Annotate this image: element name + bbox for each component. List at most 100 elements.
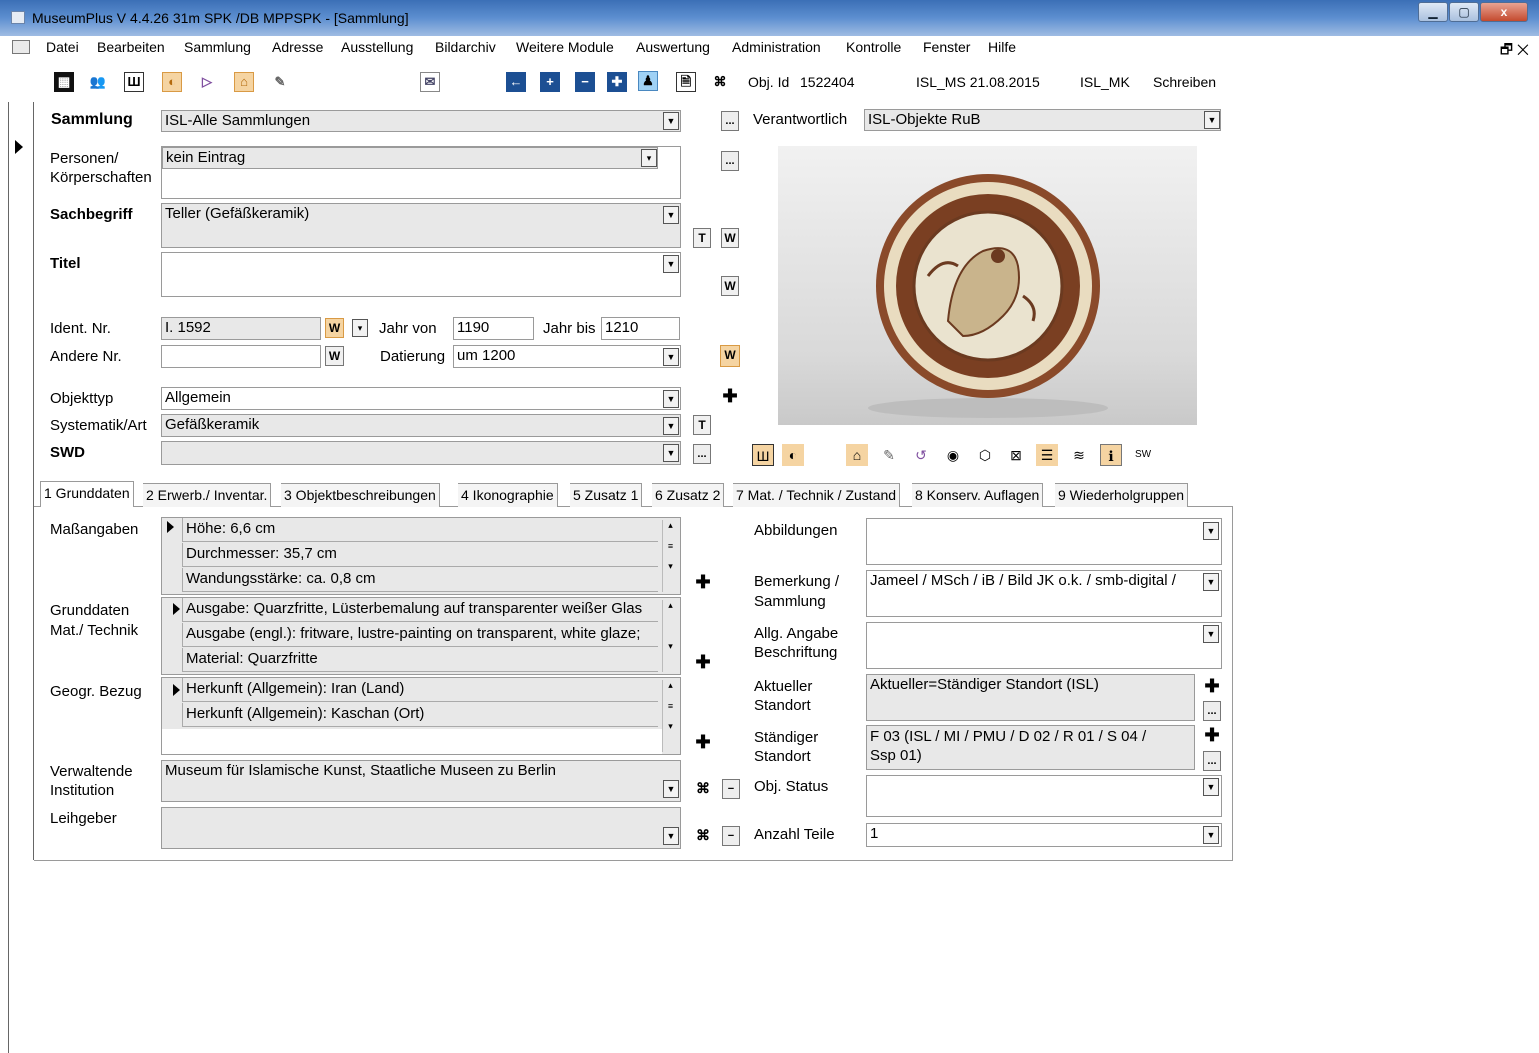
- close-button[interactable]: x: [1480, 2, 1528, 22]
- tab-wiederholgruppen[interactable]: 9 Wiederholgruppen: [1055, 483, 1189, 507]
- flag-icon[interactable]: ▷: [197, 72, 217, 92]
- delete-record-icon[interactable]: −: [575, 72, 595, 92]
- menu-fenster[interactable]: Fenster: [923, 39, 970, 55]
- titel-w-button[interactable]: W: [721, 276, 739, 296]
- menu-auswertung[interactable]: Auswertung: [636, 39, 710, 55]
- objekttyp-field[interactable]: Allgemein: [161, 387, 681, 410]
- verw-dropdown[interactable]: ▼: [663, 780, 679, 798]
- verantwortlich-field[interactable]: ISL-Objekte RuB: [864, 109, 1221, 131]
- menu-bearbeiten[interactable]: Bearbeiten: [97, 39, 165, 55]
- pen-icon[interactable]: ✎: [270, 72, 290, 92]
- allg-field[interactable]: [866, 622, 1222, 669]
- tab-erwerb[interactable]: 2 Erwerb./ Inventar.: [143, 483, 272, 507]
- swd-field[interactable]: [161, 441, 681, 465]
- book-icon-2[interactable]: Ш: [752, 444, 774, 466]
- menu-weitere-module[interactable]: Weitere Module: [516, 39, 614, 55]
- person-search-icon[interactable]: ♟: [638, 71, 658, 91]
- verantwortlich-dropdown[interactable]: ▼: [1204, 111, 1220, 129]
- image-icon[interactable]: ◐: [162, 72, 182, 92]
- stamp-icon[interactable]: ⊠: [1005, 444, 1027, 466]
- personen-field[interactable]: kein Eintrag: [162, 147, 658, 169]
- abb-field[interactable]: [866, 518, 1222, 565]
- personen-more-button[interactable]: ...: [721, 151, 739, 171]
- verw-remove-button[interactable]: −: [722, 779, 740, 799]
- sammlung-field[interactable]: ISL-Alle Sammlungen: [161, 110, 681, 132]
- masse-scrollbar[interactable]: ▴ ≡ ▾: [662, 520, 678, 592]
- bem-dropdown[interactable]: ▼: [1203, 573, 1219, 591]
- sachbegriff-t-button[interactable]: T: [693, 228, 711, 248]
- objekttyp-add-icon[interactable]: ✚: [721, 387, 739, 407]
- systematik-dropdown[interactable]: ▼: [663, 417, 679, 435]
- masse-add-icon[interactable]: ✚: [694, 573, 712, 593]
- home-icon[interactable]: ⌂: [234, 72, 254, 92]
- menu-administration[interactable]: Administration: [732, 39, 821, 55]
- sammlung-more-button[interactable]: ...: [721, 111, 739, 131]
- objekttyp-dropdown[interactable]: ▼: [663, 390, 679, 408]
- personen-dropdown[interactable]: ▾: [641, 149, 657, 167]
- ident-field[interactable]: I. 1592: [161, 317, 321, 340]
- verw-field[interactable]: Museum für Islamische Kunst, Staatliche …: [161, 760, 681, 802]
- systematik-t-button[interactable]: T: [693, 415, 711, 435]
- mat-row[interactable]: Ausgabe (engl.): fritware, lustre-painti…: [182, 623, 658, 647]
- datierung-w-button[interactable]: W: [720, 345, 740, 367]
- andere-nr-field[interactable]: [161, 345, 321, 368]
- back-arrow-icon[interactable]: ←: [506, 72, 526, 92]
- tab-objektbeschreibungen[interactable]: 3 Objektbeschreibungen: [281, 483, 440, 507]
- leih-dropdown[interactable]: ▼: [663, 827, 679, 845]
- anzahl-dropdown[interactable]: ▼: [1203, 826, 1219, 844]
- object-photo[interactable]: [778, 146, 1197, 425]
- geo-row[interactable]: Herkunft (Allgemein): Kaschan (Ort): [182, 703, 658, 727]
- layers-icon[interactable]: ≋: [1068, 444, 1090, 466]
- camera-icon[interactable]: ◉: [942, 444, 964, 466]
- tab-konserv[interactable]: 8 Konserv. Auflagen: [912, 483, 1044, 507]
- menu-datei[interactable]: Datei: [46, 39, 79, 55]
- sachbegriff-dropdown[interactable]: ▼: [663, 206, 679, 224]
- tab-ikonographie[interactable]: 4 Ikonographie: [458, 483, 558, 507]
- staend-more-button[interactable]: ...: [1203, 751, 1221, 771]
- rotate-icon[interactable]: ↺: [910, 444, 932, 466]
- tab-zusatz2[interactable]: 6 Zusatz 2: [652, 483, 725, 507]
- mat-scrollbar[interactable]: ▴ ▾: [662, 600, 678, 672]
- persons-icon[interactable]: 👥: [88, 72, 108, 92]
- info-icon[interactable]: ℹ: [1100, 444, 1122, 466]
- titel-field[interactable]: [161, 252, 681, 297]
- leih-binoculars-icon[interactable]: ⌘: [694, 826, 712, 846]
- masse-row[interactable]: Durchmesser: 35,7 cm: [182, 543, 658, 567]
- swd-more-button[interactable]: ...: [693, 444, 711, 464]
- jahr-von-field[interactable]: 1190: [453, 317, 534, 340]
- pen-icon-2[interactable]: ✎: [878, 444, 900, 466]
- menu-ausstellung[interactable]: Ausstellung: [341, 39, 413, 55]
- swd-dropdown[interactable]: ▼: [663, 444, 679, 462]
- jahr-bis-field[interactable]: 1210: [601, 317, 680, 340]
- film-icon[interactable]: ▦: [54, 72, 74, 92]
- status-field[interactable]: [866, 775, 1222, 817]
- leih-remove-button[interactable]: −: [722, 826, 740, 846]
- sachbegriff-w-button[interactable]: W: [721, 228, 739, 248]
- akt-add-icon[interactable]: ✚: [1203, 677, 1221, 697]
- add-record-icon[interactable]: +: [540, 72, 560, 92]
- abb-dropdown[interactable]: ▼: [1203, 522, 1219, 540]
- book-icon[interactable]: Ш: [124, 72, 144, 92]
- binoculars-icon[interactable]: ⌘: [710, 72, 730, 92]
- copy-record-icon[interactable]: ✚: [607, 72, 627, 92]
- datierung-field[interactable]: um 1200: [453, 345, 681, 368]
- akt-more-button[interactable]: ...: [1203, 701, 1221, 721]
- home-icon-2[interactable]: ⌂: [846, 444, 868, 466]
- staend-field[interactable]: F 03 (ISL / MI / PMU / D 02 / R 01 / S 0…: [866, 725, 1195, 770]
- print-preview-icon[interactable]: 🗎: [676, 72, 696, 92]
- document-icon[interactable]: [12, 40, 30, 54]
- mail-icon[interactable]: ✉: [420, 72, 440, 92]
- systematik-field[interactable]: Gefäßkeramik: [161, 414, 681, 437]
- geo-row[interactable]: Herkunft (Allgemein): Iran (Land): [182, 678, 658, 702]
- tab-zusatz1[interactable]: 5 Zusatz 1: [570, 483, 643, 507]
- staend-add-icon[interactable]: ✚: [1203, 726, 1221, 746]
- document-window-controls[interactable]: 🗗 ✕: [1500, 39, 1529, 63]
- tab-grunddaten[interactable]: 1 Grunddaten: [40, 481, 134, 507]
- tab-mat-technik[interactable]: 7 Mat. / Technik / Zustand: [733, 483, 901, 507]
- list-icon[interactable]: ☰: [1036, 444, 1058, 466]
- sw-icon[interactable]: SW: [1132, 444, 1154, 466]
- status-dropdown[interactable]: ▼: [1203, 778, 1219, 796]
- mat-add-icon[interactable]: ✚: [694, 653, 712, 673]
- mat-row[interactable]: Material: Quarzfritte: [182, 648, 658, 672]
- mat-row[interactable]: Ausgabe: Quarzfritte, Lüsterbemalung auf…: [182, 598, 658, 622]
